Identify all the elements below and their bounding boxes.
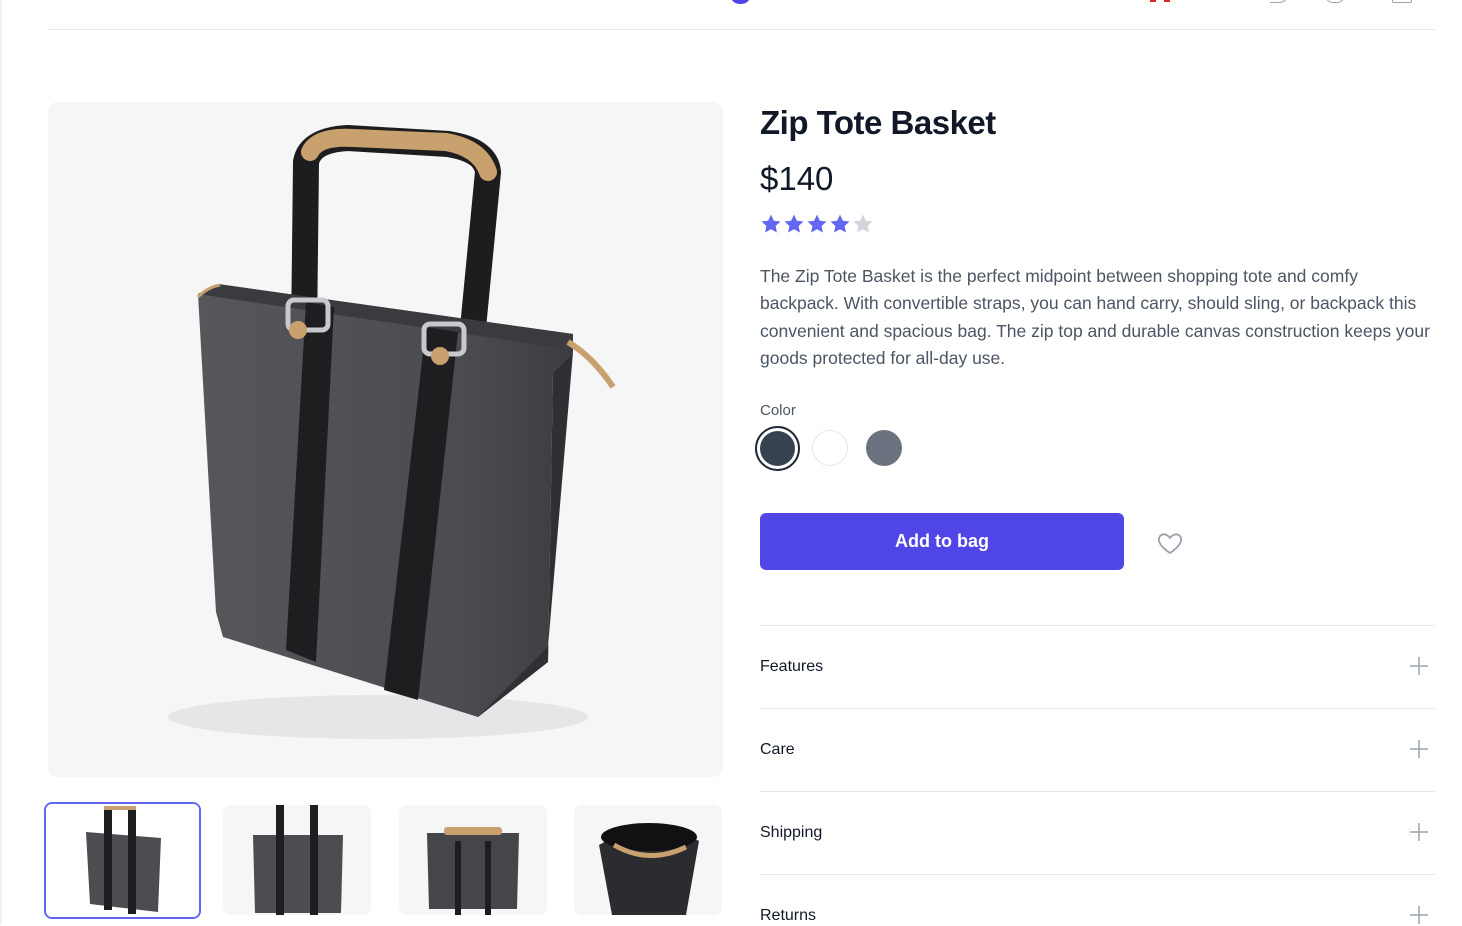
star-icon	[807, 214, 827, 233]
plus-icon[interactable]	[1409, 739, 1429, 759]
star-icon	[830, 214, 850, 233]
thumbnail-image	[46, 804, 199, 917]
search-icon[interactable]	[1270, 0, 1289, 3]
plus-icon[interactable]	[1409, 905, 1429, 925]
star-icon-empty	[853, 214, 873, 233]
account-icon[interactable]	[1325, 0, 1345, 3]
header-divider	[48, 29, 1435, 30]
rating-stars	[760, 213, 874, 235]
tote-bag-image	[168, 124, 616, 739]
product-main-image	[48, 102, 723, 777]
star-icon	[784, 214, 804, 233]
thumbnail-image	[427, 827, 519, 915]
accordion-label: Care	[760, 741, 795, 758]
product-title: Zip Tote Basket	[760, 104, 996, 141]
thumbnail-3[interactable]	[399, 805, 547, 915]
plus-icon[interactable]	[1409, 656, 1429, 676]
thumbnail-4[interactable]	[574, 805, 722, 915]
heart-icon[interactable]	[1155, 528, 1185, 558]
accordion-label: Features	[760, 658, 824, 675]
product-description: The Zip Tote Basket is the perfect midpo…	[760, 266, 1430, 368]
add-to-bag-button[interactable]: Add to bag	[760, 513, 1124, 570]
color-swatch-white[interactable]	[812, 430, 848, 466]
thumbnail-image	[253, 805, 343, 915]
accordion-label: Returns	[760, 907, 817, 924]
accordion-care[interactable]: Care	[760, 708, 1435, 792]
cart-icon[interactable]	[1392, 0, 1412, 3]
chevron-icon	[240, 0, 290, 6]
accordion-returns[interactable]: Returns	[760, 874, 1435, 926]
nav-fragment[interactable]	[240, 0, 290, 9]
plus-icon[interactable]	[1409, 822, 1429, 842]
brand-logo[interactable]	[731, 0, 750, 4]
thumbnail-2[interactable]	[223, 805, 371, 915]
accordion-shipping[interactable]: Shipping	[760, 791, 1435, 875]
accordion-label: Shipping	[760, 824, 823, 841]
thumbnail-1[interactable]	[44, 802, 201, 919]
site-header	[0, 0, 1462, 30]
star-icon	[761, 214, 781, 233]
page-edge	[0, 0, 2, 925]
color-label: Color	[760, 402, 796, 419]
color-swatch-washed-black[interactable]	[760, 431, 795, 466]
color-swatch-washed-gray[interactable]	[866, 430, 902, 466]
product-price: $140	[760, 160, 834, 197]
accordion-features[interactable]: Features	[760, 625, 1435, 709]
thumbnail-image	[599, 823, 699, 915]
currency-flag-icon[interactable]	[1150, 0, 1176, 2]
